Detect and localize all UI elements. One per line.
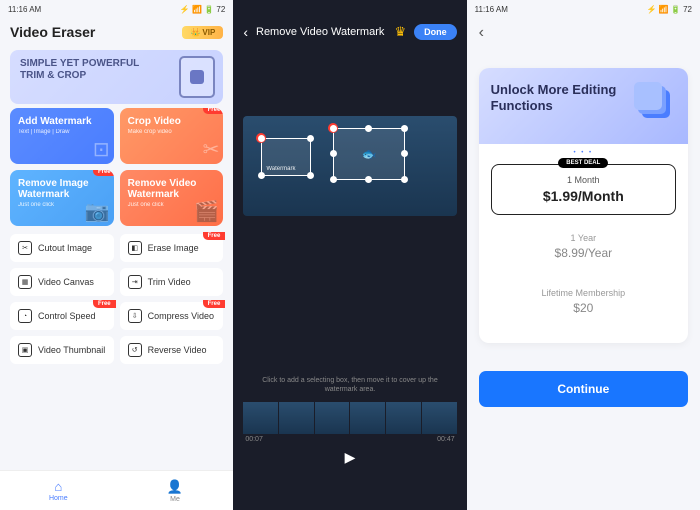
film-icon: 🎬 [194, 199, 219, 224]
tile-remove-video-wm[interactable]: Remove Video Watermark Just one click 🎬 [120, 170, 224, 226]
fish-icon: 🐟 [362, 147, 377, 161]
speed-icon: ◔ [18, 309, 32, 323]
tile-add-watermark[interactable]: Add Watermark Text | Image | Draw ⊡ [10, 108, 114, 164]
plan-1-month[interactable]: BEST DEAL 1 Month $1.99/Month [491, 164, 676, 215]
reverse-icon: ↺ [128, 343, 142, 357]
user-icon: 👤 [167, 479, 183, 495]
stamp-icon: ⊡ [93, 137, 110, 162]
selection-box-2[interactable]: × 🐟 [333, 128, 405, 180]
item-erase-image[interactable]: Free◧Erase Image [120, 234, 224, 262]
item-compress-video[interactable]: Free⇩Compress Video [120, 302, 224, 330]
tab-me[interactable]: 👤Me [117, 471, 234, 510]
item-trim-video[interactable]: ⇥Trim Video [120, 268, 224, 296]
status-bar: 11:16 AM⚡ 📶 🔋 72 [467, 0, 700, 18]
tile-crop-video[interactable]: Free Crop Video Make crop video ✂ [120, 108, 224, 164]
page-dots: • • • [479, 150, 688, 156]
hero-banner[interactable]: SIMPLE YET POWERFUL TRIM & CROP [10, 50, 223, 104]
best-deal-badge: BEST DEAL [558, 158, 608, 168]
paywall-screen: 11:16 AM⚡ 📶 🔋 72 ‹ Unlock More Editing F… [467, 0, 700, 510]
status-bar: 11:16 AM ⚡ 📶 🔋 72 [0, 0, 233, 18]
tool-list: ✂Cutout Image Free◧Erase Image ▦Video Ca… [0, 230, 233, 368]
tile-remove-image-wm[interactable]: Free Remove Image Watermark Just one cli… [10, 170, 114, 226]
editor-screen: ‹ Remove Video Watermark ♛ Done × Waterm… [233, 0, 466, 510]
erase-icon: ◧ [128, 241, 142, 255]
item-cutout-image[interactable]: ✂Cutout Image [10, 234, 114, 262]
plan-1-year[interactable]: 1 Year $8.99/Year [491, 223, 676, 270]
back-button[interactable]: ‹ [467, 18, 700, 48]
selection-box-1[interactable]: × Watermark [261, 138, 311, 176]
video-preview[interactable]: × Watermark × 🐟 [243, 116, 456, 216]
trim-icon: ⇥ [128, 275, 142, 289]
canvas-icon: ▦ [18, 275, 32, 289]
thumbnail-icon: ▣ [18, 343, 32, 357]
hint-text: Click to add a selecting box, then move … [233, 376, 466, 394]
header: Video Eraser 👑 VIP [0, 18, 233, 46]
editor-header: ‹ Remove Video Watermark ♛ Done [233, 18, 466, 46]
home-icon: ⌂ [54, 479, 62, 494]
unlock-banner: Unlock More Editing Functions [479, 68, 688, 144]
timeline[interactable] [243, 402, 456, 434]
cutout-icon: ✂ [18, 241, 32, 255]
vip-badge[interactable]: 👑 VIP [182, 26, 223, 39]
time-labels: 00:0700:47 [233, 434, 466, 445]
layers-icon [634, 82, 676, 124]
crown-icon[interactable]: ♛ [395, 24, 407, 40]
item-reverse-video[interactable]: ↺Reverse Video [120, 336, 224, 364]
scissors-icon: ✂ [203, 137, 220, 162]
continue-button[interactable]: Continue [479, 371, 688, 407]
back-button[interactable]: ‹ [243, 24, 248, 40]
tab-home[interactable]: ⌂Home [0, 471, 117, 510]
item-video-thumbnail[interactable]: ▣Video Thumbnail [10, 336, 114, 364]
item-video-canvas[interactable]: ▦Video Canvas [10, 268, 114, 296]
app-title: Video Eraser [10, 24, 95, 40]
editor-title: Remove Video Watermark [256, 26, 387, 38]
status-bar [233, 0, 466, 18]
home-screen: 11:16 AM ⚡ 📶 🔋 72 Video Eraser 👑 VIP SIM… [0, 0, 233, 510]
tab-bar: ⌂Home 👤Me [0, 470, 233, 510]
feature-tiles: Add Watermark Text | Image | Draw ⊡ Free… [0, 108, 233, 226]
pricing-card: Unlock More Editing Functions • • • BEST… [479, 68, 688, 343]
item-control-speed[interactable]: Free◔Control Speed [10, 302, 114, 330]
plan-lifetime[interactable]: Lifetime Membership $20 [491, 278, 676, 325]
compress-icon: ⇩ [128, 309, 142, 323]
play-button[interactable]: ▶ [233, 449, 466, 466]
done-button[interactable]: Done [414, 24, 457, 40]
phone-icon [179, 56, 215, 98]
camera-icon: 📷 [85, 199, 110, 224]
